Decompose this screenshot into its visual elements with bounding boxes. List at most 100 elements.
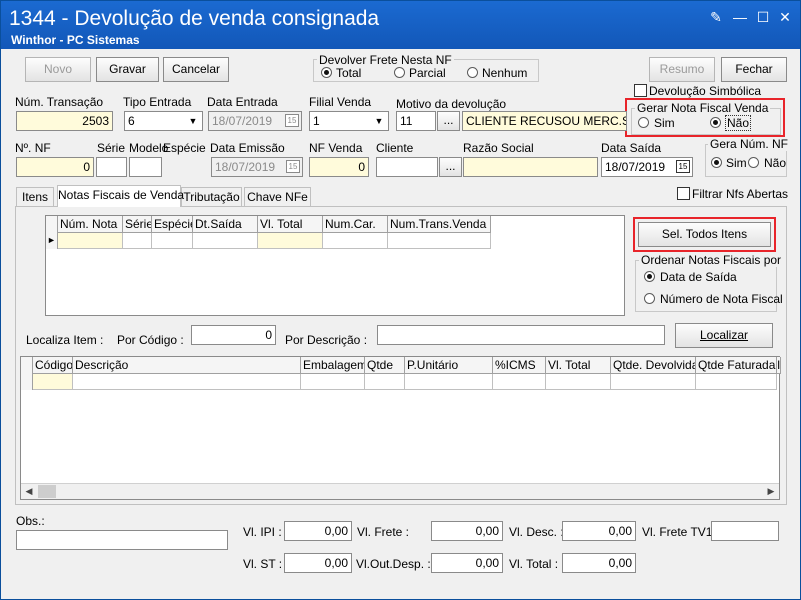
vl-out-desp-field[interactable]: 0,00: [431, 553, 503, 573]
nf-col-num-nota[interactable]: Núm. Nota: [58, 216, 123, 233]
tab-itens[interactable]: Itens: [16, 187, 54, 207]
motivo-search-button[interactable]: ...: [437, 111, 460, 131]
items-col-embalagem[interactable]: Embalagem: [301, 357, 365, 374]
data-emissao-label: Data Emissão: [210, 141, 285, 155]
tab-tributacao[interactable]: Tributação: [181, 187, 242, 207]
nf-col-num-trans-venda[interactable]: Num.Trans.Venda: [388, 216, 491, 233]
gravar-button[interactable]: Gravar: [96, 57, 159, 82]
motivo-description-field[interactable]: CLIENTE RECUSOU MERC.S/JUST: [462, 111, 627, 131]
serie-field[interactable]: [96, 157, 127, 177]
nf-grid[interactable]: ► Núm. Nota Série Espécie Dt.Saída Vl. T…: [45, 215, 625, 316]
razao-social-field[interactable]: [463, 157, 598, 177]
gerar-nf-highlight: [625, 98, 785, 137]
vl-frete-tv1-field[interactable]: [711, 521, 779, 541]
grid-cell[interactable]: [405, 374, 493, 390]
data-emissao-value: 18/07/2019: [215, 160, 276, 174]
scroll-right-icon[interactable]: ▶: [765, 485, 777, 498]
num-transacao-field[interactable]: 2503: [16, 111, 113, 131]
data-entrada-field[interactable]: 18/07/2019 15: [208, 111, 302, 131]
vl-desc-field[interactable]: 0,00: [562, 521, 636, 541]
grid-cell[interactable]: [58, 233, 123, 249]
items-col-icms[interactable]: %ICMS: [493, 357, 546, 374]
scroll-thumb[interactable]: [38, 485, 56, 498]
fechar-button[interactable]: Fechar: [721, 57, 787, 82]
nf-col-num-car[interactable]: Num.Car.: [323, 216, 388, 233]
edit-icon[interactable]: ✎: [708, 9, 724, 25]
minimize-icon[interactable]: —: [732, 9, 748, 25]
grid-cell[interactable]: [611, 374, 696, 390]
close-icon[interactable]: ✕: [777, 9, 793, 25]
nf-venda-field[interactable]: 0: [309, 157, 369, 177]
calendar-icon[interactable]: 15: [286, 160, 300, 173]
localizar-button[interactable]: Localizar: [675, 323, 773, 348]
sel-todos-highlight: [633, 217, 776, 252]
horizontal-scrollbar[interactable]: ◀ ▶: [21, 483, 779, 499]
chevron-down-icon[interactable]: ▼: [371, 113, 387, 129]
grid-cell[interactable]: [33, 374, 73, 390]
data-saida-field[interactable]: 18/07/2019 15: [601, 157, 693, 177]
devolucao-simbolica-checkbox[interactable]: [634, 84, 647, 97]
nf-col-dt-saida[interactable]: Dt.Saída: [193, 216, 258, 233]
grid-cell[interactable]: [73, 374, 301, 390]
nf-col-serie[interactable]: Série: [123, 216, 152, 233]
grid-cell[interactable]: [696, 374, 777, 390]
items-col-extra[interactable]: I: [777, 357, 781, 374]
calendar-icon[interactable]: 15: [285, 114, 299, 127]
grid-cell[interactable]: [123, 233, 152, 249]
grid-cell[interactable]: [546, 374, 611, 390]
modelo-especie-field[interactable]: [129, 157, 162, 177]
vl-total-field[interactable]: 0,00: [562, 553, 636, 573]
ordenar-numero-radio[interactable]: [644, 293, 655, 304]
grid-cell[interactable]: [193, 233, 258, 249]
vl-out-desp-label: Vl.Out.Desp. :: [356, 557, 431, 571]
items-col-codigo[interactable]: Código: [33, 357, 73, 374]
items-col-vl-total[interactable]: Vl. Total: [546, 357, 611, 374]
motivo-code-field[interactable]: 11: [396, 111, 436, 131]
obs-field[interactable]: [16, 530, 228, 550]
scroll-left-icon[interactable]: ◀: [23, 485, 35, 498]
items-col-qtde-faturada[interactable]: Qtde Faturada: [696, 357, 777, 374]
frete-parcial-radio[interactable]: [394, 67, 405, 78]
novo-button[interactable]: Novo: [25, 57, 91, 82]
grid-cell[interactable]: [493, 374, 546, 390]
calendar-icon[interactable]: 15: [676, 160, 690, 173]
gera-num-nf-sim-radio[interactable]: [711, 157, 722, 168]
cancelar-button[interactable]: Cancelar: [163, 57, 229, 82]
items-col-descricao[interactable]: Descrição: [73, 357, 301, 374]
items-col-p-unitario[interactable]: P.Unitário: [405, 357, 493, 374]
nf-col-especie[interactable]: Espécie: [152, 216, 193, 233]
resumo-button[interactable]: Resumo: [649, 57, 715, 82]
descricao-search-input[interactable]: [377, 325, 665, 345]
grid-cell[interactable]: [365, 374, 405, 390]
ordenar-data-radio[interactable]: [644, 271, 655, 282]
codigo-search-input[interactable]: 0: [191, 325, 276, 345]
filtrar-nfs-checkbox[interactable]: [677, 187, 690, 200]
cliente-search-button[interactable]: ...: [439, 157, 462, 177]
tab-chave-nfe[interactable]: Chave NFe: [244, 187, 311, 207]
tab-notas-fiscais[interactable]: Notas Fiscais de Venda: [57, 185, 184, 207]
cliente-field[interactable]: [376, 157, 438, 177]
grid-cell[interactable]: [301, 374, 365, 390]
tipo-entrada-select[interactable]: 6 ▼: [124, 111, 203, 131]
data-emissao-field[interactable]: 18/07/2019 15: [211, 157, 303, 177]
gera-num-nf-nao-radio[interactable]: [748, 157, 759, 168]
grid-cell[interactable]: [323, 233, 388, 249]
frete-nenhum-radio[interactable]: [467, 67, 478, 78]
frete-total-radio[interactable]: [321, 67, 332, 78]
nf-field[interactable]: 0: [16, 157, 94, 177]
items-col-qtde-devolvida[interactable]: Qtde. Devolvida: [611, 357, 696, 374]
items-grid[interactable]: Código Descrição Embalagem Qtde P.Unitár…: [20, 356, 781, 500]
chevron-down-icon[interactable]: ▼: [185, 113, 201, 129]
vl-st-field[interactable]: 0,00: [284, 553, 352, 573]
vl-ipi-field[interactable]: 0,00: [284, 521, 352, 541]
vl-frete-field[interactable]: 0,00: [431, 521, 503, 541]
maximize-icon[interactable]: ☐: [755, 9, 771, 25]
vl-st-label: Vl. ST :: [243, 557, 283, 571]
filial-venda-select[interactable]: 1 ▼: [309, 111, 389, 131]
app-window: 1344 - Devolução de venda consignada Win…: [0, 0, 801, 600]
grid-cell[interactable]: [258, 233, 323, 249]
nf-col-vl-total[interactable]: Vl. Total: [258, 216, 323, 233]
items-col-qtde[interactable]: Qtde: [365, 357, 405, 374]
grid-cell[interactable]: [388, 233, 491, 249]
grid-cell[interactable]: [152, 233, 193, 249]
